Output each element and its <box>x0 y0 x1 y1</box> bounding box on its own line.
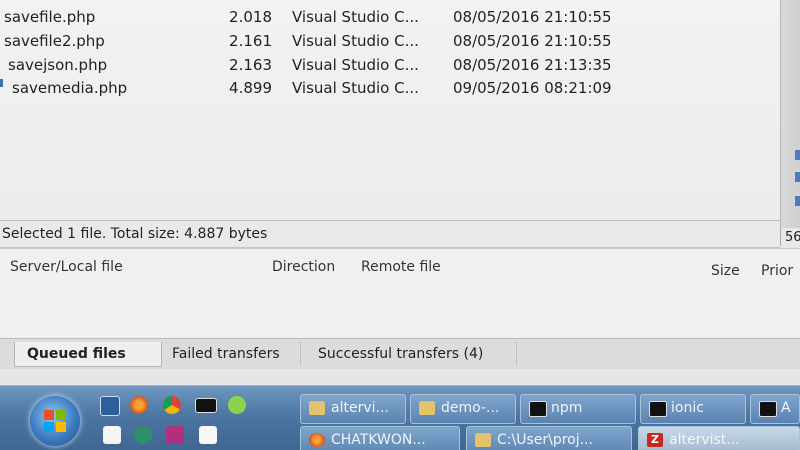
file-size: 2.018 <box>229 8 272 26</box>
taskbar-button-explorer[interactable]: C:\User\proj... <box>466 426 632 450</box>
file-row[interactable]: savefile2.php 2.161 Visual Studio C... 0… <box>0 30 780 52</box>
taskbar: altervi... demo-... npm ionic A CHATKWON… <box>0 385 800 450</box>
taskbar-button-label: C:\User\proj... <box>497 432 593 448</box>
chat-icon[interactable] <box>134 426 152 444</box>
folder-icon <box>309 401 325 415</box>
tab-successful-transfers[interactable]: Successful transfers (4) <box>306 342 517 366</box>
file-icon[interactable] <box>199 426 217 444</box>
taskbar-button-label: altervist... <box>669 432 740 448</box>
file-type: Visual Studio C... <box>292 79 419 97</box>
scroll-arrow-icon[interactable] <box>795 150 800 160</box>
file-name: savefile.php <box>4 8 96 26</box>
android-icon[interactable] <box>228 396 246 414</box>
transfer-queue[interactable]: Server/Local file Direction Remote file … <box>0 248 800 339</box>
taskbar-button-label: npm <box>551 400 583 416</box>
file-row[interactable]: savemedia.php 4.899 Visual Studio C... 0… <box>0 77 780 99</box>
queue-tabs: Queued files Failed transfers Successful… <box>0 338 800 369</box>
file-size: 2.161 <box>229 32 272 50</box>
filezilla-icon: Z <box>647 433 663 447</box>
file-modified: 08/05/2016 21:10:55 <box>453 8 612 26</box>
chrome-icon[interactable] <box>163 396 181 414</box>
scroll-arrow-icon[interactable] <box>795 196 800 206</box>
column-remote-file[interactable]: Remote file <box>361 259 441 275</box>
taskbar-button-label: ionic <box>671 400 704 416</box>
firefox-icon[interactable] <box>130 396 148 414</box>
status-bar: Selected 1 file. Total size: 4.887 bytes <box>0 220 780 248</box>
taskbar-button-label: demo-... <box>441 400 500 416</box>
file-type: Visual Studio C... <box>292 8 419 26</box>
cmd-icon <box>759 401 777 417</box>
column-server-local-file[interactable]: Server/Local file <box>10 259 123 275</box>
file-name: savemedia.php <box>12 79 128 97</box>
windows-logo-icon <box>44 410 66 432</box>
remote-status-count: 56 <box>780 228 800 246</box>
vertical-scrollbar[interactable] <box>780 0 800 232</box>
taskbar-button-npm[interactable]: npm <box>520 394 636 424</box>
cmd-icon <box>529 401 547 417</box>
file-modified: 08/05/2016 21:13:35 <box>453 56 612 74</box>
file-type: Visual Studio C... <box>292 56 419 74</box>
start-button[interactable] <box>30 396 80 446</box>
taskbar-button-label: altervi... <box>331 400 389 416</box>
file-type: Visual Studio C... <box>292 32 419 50</box>
column-priority[interactable]: Prior <box>761 263 793 279</box>
notes-icon[interactable] <box>103 426 121 444</box>
tab-label: Failed transfers <box>172 346 280 362</box>
people-icon[interactable] <box>166 426 184 444</box>
cmd-icon[interactable] <box>195 398 217 413</box>
taskbar-button-label: CHATKWON... <box>331 432 426 448</box>
desktop-icon[interactable] <box>100 396 120 416</box>
file-list[interactable]: savefile.php 2.018 Visual Studio C... 08… <box>0 0 780 220</box>
file-size: 4.899 <box>229 79 272 97</box>
screen: savefile.php 2.018 Visual Studio C... 08… <box>0 0 800 450</box>
taskbar-button-filezilla[interactable]: Z altervist... <box>638 426 800 450</box>
column-direction[interactable]: Direction <box>272 259 335 275</box>
taskbar-button-label: A <box>781 400 791 416</box>
tab-label: Successful transfers (4) <box>318 346 484 362</box>
folder-icon <box>475 433 491 447</box>
folder-icon <box>419 401 435 415</box>
file-size: 2.163 <box>229 56 272 74</box>
status-text: Selected 1 file. Total size: 4.887 bytes <box>2 226 268 242</box>
file-modified: 09/05/2016 08:21:09 <box>453 79 612 97</box>
file-name: savefile2.php <box>4 32 105 50</box>
firefox-icon <box>309 433 325 447</box>
file-name: savejson.php <box>8 56 108 74</box>
file-row[interactable]: savefile.php 2.018 Visual Studio C... 08… <box>0 6 780 28</box>
tab-label: Queued files <box>27 346 126 362</box>
file-icon <box>0 79 3 87</box>
tab-queued-files[interactable]: Queued files <box>14 342 162 367</box>
taskbar-button-cmd[interactable]: A <box>750 394 800 424</box>
taskbar-button-firefox[interactable]: CHATKWON... <box>300 426 460 450</box>
tab-failed-transfers[interactable]: Failed transfers <box>160 342 301 366</box>
status-count: 56 <box>785 230 800 245</box>
scroll-arrow-icon[interactable] <box>795 172 800 182</box>
taskbar-button-ionic[interactable]: ionic <box>640 394 746 424</box>
column-size[interactable]: Size <box>711 263 740 279</box>
cmd-icon <box>649 401 667 417</box>
file-modified: 08/05/2016 21:10:55 <box>453 32 612 50</box>
taskbar-button-altervista-folder[interactable]: altervi... <box>300 394 406 424</box>
taskbar-button-demo-folder[interactable]: demo-... <box>410 394 516 424</box>
file-row[interactable]: savejson.php 2.163 Visual Studio C... 08… <box>0 54 780 76</box>
